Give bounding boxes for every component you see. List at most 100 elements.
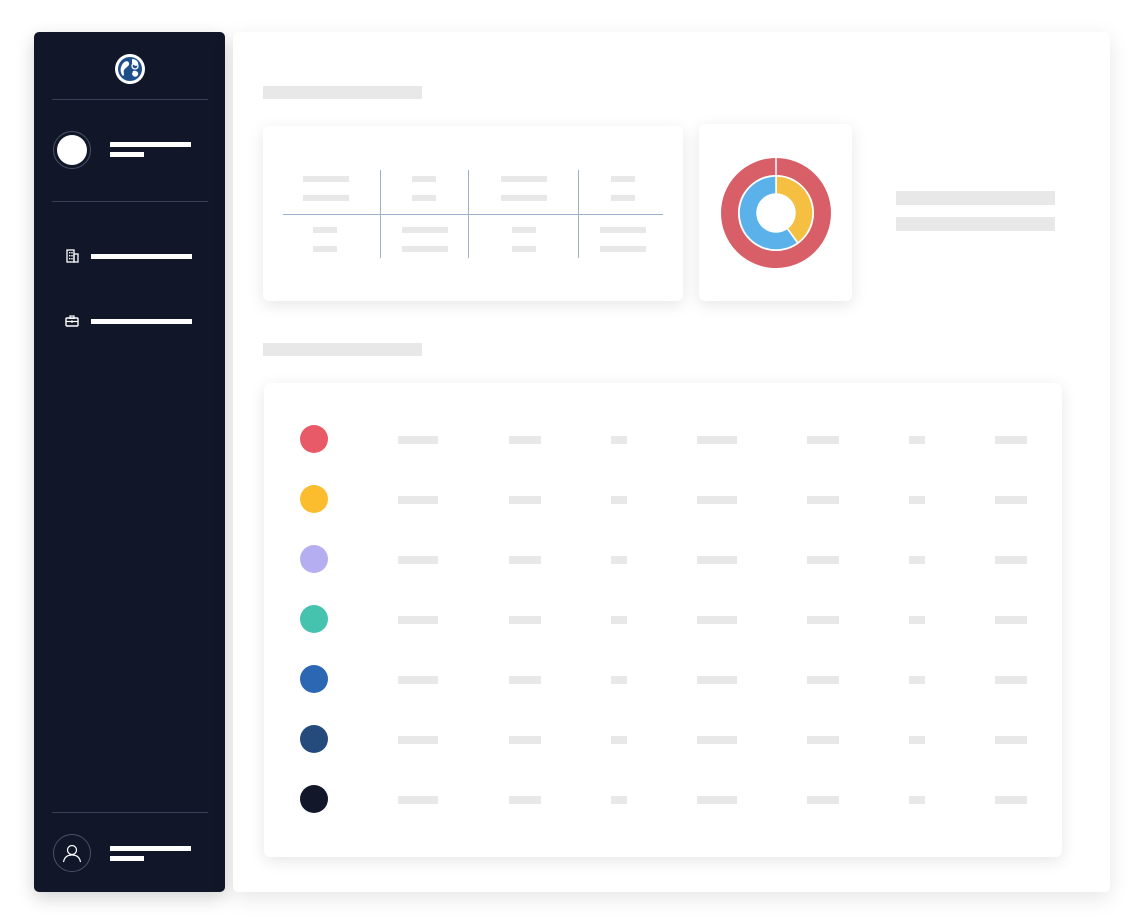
- cell-placeholder: [909, 676, 925, 684]
- list-item[interactable]: [264, 604, 1062, 634]
- donut-chart: [721, 158, 831, 268]
- summary-table-card: [263, 126, 683, 301]
- cell-placeholder: [909, 736, 925, 744]
- cell-placeholder: [697, 736, 737, 744]
- sidebar-divider-bottom: [52, 812, 208, 813]
- table-cell-placeholder: [512, 227, 536, 233]
- cell-placeholder: [398, 676, 438, 684]
- table-header-placeholder: [303, 176, 349, 182]
- list-item[interactable]: [264, 544, 1062, 574]
- cell-placeholder: [611, 616, 627, 624]
- building-icon: [66, 249, 79, 263]
- sidebar: [34, 32, 225, 892]
- status-dot: [300, 425, 328, 453]
- cell-placeholder: [509, 736, 541, 744]
- sidebar-item-label-placeholder: [91, 254, 192, 259]
- cell-placeholder: [995, 436, 1027, 444]
- cell-placeholder: [995, 736, 1027, 744]
- table-header-placeholder: [501, 176, 547, 182]
- cell-placeholder: [611, 556, 627, 564]
- sidebar-item-portfolio[interactable]: [64, 313, 196, 329]
- cell-placeholder: [509, 676, 541, 684]
- cell-placeholder: [509, 796, 541, 804]
- cell-placeholder: [398, 556, 438, 564]
- cell-placeholder: [398, 496, 438, 504]
- sidebar-item-organizations[interactable]: [64, 248, 196, 264]
- cell-placeholder: [611, 796, 627, 804]
- cell-placeholder: [509, 436, 541, 444]
- cell-placeholder: [807, 796, 839, 804]
- list-item[interactable]: [264, 484, 1062, 514]
- cell-placeholder: [697, 436, 737, 444]
- cell-placeholder: [509, 556, 541, 564]
- cell-placeholder: [909, 496, 925, 504]
- cell-placeholder: [697, 556, 737, 564]
- cell-placeholder: [509, 616, 541, 624]
- globe-logo-icon[interactable]: [114, 53, 146, 85]
- cell-placeholder: [398, 736, 438, 744]
- briefcase-icon: [65, 315, 79, 327]
- data-list-card: [264, 383, 1062, 857]
- table-cell-placeholder: [402, 227, 448, 233]
- cell-placeholder: [995, 556, 1027, 564]
- cell-placeholder: [909, 436, 925, 444]
- table-divider: [283, 214, 663, 215]
- cell-placeholder: [398, 616, 438, 624]
- profile-avatar[interactable]: [53, 131, 91, 169]
- list-item[interactable]: [264, 724, 1062, 754]
- sidebar-divider-middle: [52, 201, 208, 202]
- donut-chart-card: [699, 124, 852, 301]
- cell-placeholder: [807, 676, 839, 684]
- user-account-button[interactable]: [53, 834, 91, 872]
- section-title-placeholder: [263, 343, 422, 356]
- cell-placeholder: [611, 736, 627, 744]
- chart-legend-placeholder: [896, 217, 1055, 231]
- cell-placeholder: [398, 436, 438, 444]
- table-cell-placeholder: [313, 227, 337, 233]
- table-header-placeholder: [303, 195, 349, 201]
- table-cell-placeholder: [512, 246, 536, 252]
- cell-placeholder: [509, 496, 541, 504]
- table-cell-placeholder: [600, 227, 646, 233]
- cell-placeholder: [611, 676, 627, 684]
- cell-placeholder: [909, 556, 925, 564]
- cell-placeholder: [807, 616, 839, 624]
- status-dot: [300, 785, 328, 813]
- cell-placeholder: [807, 436, 839, 444]
- list-item[interactable]: [264, 424, 1062, 454]
- cell-placeholder: [697, 676, 737, 684]
- cell-placeholder: [807, 496, 839, 504]
- list-item[interactable]: [264, 784, 1062, 814]
- sidebar-item-label-placeholder: [91, 319, 192, 324]
- table-cell-placeholder: [600, 246, 646, 252]
- account-email-placeholder: [110, 856, 144, 861]
- table-cell-placeholder: [313, 246, 337, 252]
- status-dot: [300, 485, 328, 513]
- status-dot: [300, 725, 328, 753]
- cell-placeholder: [697, 616, 737, 624]
- cell-placeholder: [611, 496, 627, 504]
- profile-name-placeholder: [110, 142, 191, 147]
- cell-placeholder: [995, 676, 1027, 684]
- status-dot: [300, 665, 328, 693]
- section-title-placeholder: [263, 86, 422, 99]
- user-icon: [62, 844, 82, 863]
- profile-role-placeholder: [110, 152, 144, 157]
- table-header-placeholder: [412, 195, 436, 201]
- chart-legend-placeholder: [896, 191, 1055, 205]
- list-item[interactable]: [264, 664, 1062, 694]
- cell-placeholder: [909, 616, 925, 624]
- table-header-placeholder: [611, 195, 635, 201]
- cell-placeholder: [807, 556, 839, 564]
- table-header-placeholder: [412, 176, 436, 182]
- cell-placeholder: [995, 616, 1027, 624]
- cell-placeholder: [398, 796, 438, 804]
- cell-placeholder: [995, 496, 1027, 504]
- sidebar-divider-top: [52, 99, 208, 100]
- cell-placeholder: [909, 796, 925, 804]
- cell-placeholder: [995, 796, 1027, 804]
- table-header-placeholder: [501, 195, 547, 201]
- status-dot: [300, 545, 328, 573]
- main-panel: [233, 32, 1110, 892]
- cell-placeholder: [611, 436, 627, 444]
